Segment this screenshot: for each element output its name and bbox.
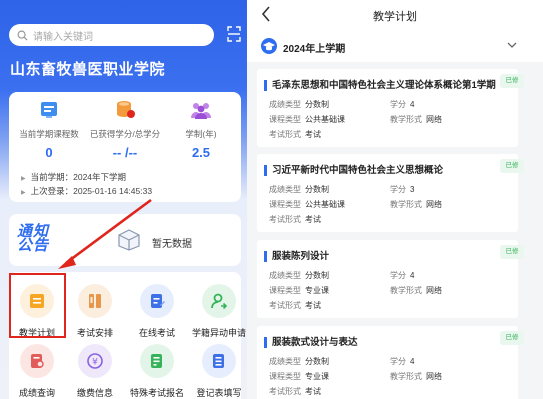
field-value: 公共基础课 <box>305 115 345 124</box>
field-value: 考试 <box>305 387 321 396</box>
completed-tag: 已修 <box>500 331 524 345</box>
page-title: 教学计划 <box>373 11 417 23</box>
field-exam-form: 考试形式 考试 <box>269 300 321 311</box>
field-value: 分数制 <box>305 357 329 366</box>
field-label: 教学形式 <box>390 200 422 209</box>
field-label: 教学形式 <box>390 286 422 295</box>
field-label: 学分 <box>390 185 406 194</box>
field-label: 课程类型 <box>269 372 301 381</box>
field-teaching-form: 教学形式 网络 <box>390 371 442 382</box>
field-label: 教学形式 <box>390 372 422 381</box>
field-value: 专业课 <box>305 286 329 295</box>
nav-bar: 教学计划 <box>247 0 543 30</box>
field-grading: 成绩类型 分数制 <box>269 356 329 367</box>
field-exam-form: 考试形式 考试 <box>269 214 321 225</box>
field-credit: 学分 4 <box>390 270 414 281</box>
field-value: 考试 <box>305 130 321 139</box>
field-grading: 成绩类型 分数制 <box>269 184 329 195</box>
field-label: 考试形式 <box>269 215 301 224</box>
semester-label: 2024年上学期 <box>283 44 346 55</box>
field-teaching-form: 教学形式 网络 <box>390 285 442 296</box>
field-value: 网络 <box>426 200 442 209</box>
field-value: 专业课 <box>305 372 329 381</box>
field-label: 学分 <box>390 357 406 366</box>
teaching-plan-screen: 教学计划 2024年上学期 毛泽东思想和中国特色社会主义理论体系概论第1学期 已… <box>247 0 543 399</box>
field-exam-form: 考试形式 考试 <box>269 129 321 140</box>
field-value: 网络 <box>426 286 442 295</box>
field-grading: 成绩类型 分数制 <box>269 99 329 110</box>
field-value: 网络 <box>426 372 442 381</box>
field-value: 4 <box>410 271 415 280</box>
field-exam-form: 考试形式 考试 <box>269 386 321 397</box>
field-label: 成绩类型 <box>269 271 301 280</box>
field-label: 课程类型 <box>269 200 301 209</box>
field-label: 考试形式 <box>269 301 301 310</box>
field-value: 3 <box>410 185 415 194</box>
annotation-arrow <box>58 198 152 269</box>
field-course-type: 课程类型 专业课 <box>269 285 329 296</box>
field-credit: 学分 4 <box>390 356 414 367</box>
semester-selector[interactable]: 2024年上学期 <box>247 30 543 62</box>
field-credit: 学分 3 <box>390 184 414 195</box>
field-value: 考试 <box>305 301 321 310</box>
field-label: 学分 <box>390 271 406 280</box>
field-value: 网络 <box>426 115 442 124</box>
course-card[interactable]: 服装款式设计与表达 已修 成绩类型 分数制 学分 4 课程类型 专业课 教学形式 网络 … <box>257 326 524 399</box>
course-card[interactable]: 服装陈列设计 已修 成绩类型 分数制 学分 4 课程类型 专业课 教学形式 网络 考试形… <box>257 240 524 318</box>
chevron-down-icon <box>507 42 517 48</box>
field-course-type: 课程类型 专业课 <box>269 371 329 382</box>
field-teaching-form: 教学形式 网络 <box>390 114 442 125</box>
field-credit: 学分 4 <box>390 99 414 110</box>
field-value: 分数制 <box>305 185 329 194</box>
course-name: 服装陈列设计 <box>264 251 329 262</box>
completed-tag: 已修 <box>500 245 524 259</box>
field-course-type: 课程类型 公共基础课 <box>269 199 345 210</box>
field-value: 公共基础课 <box>305 200 345 209</box>
field-teaching-form: 教学形式 网络 <box>390 199 442 210</box>
graduation-cap-icon <box>261 38 277 54</box>
field-label: 考试形式 <box>269 130 301 139</box>
field-value: 4 <box>410 357 415 366</box>
field-label: 成绩类型 <box>269 100 301 109</box>
completed-tag: 已修 <box>500 74 524 88</box>
field-label: 学分 <box>390 100 406 109</box>
field-label: 成绩类型 <box>269 185 301 194</box>
course-card[interactable]: 毛泽东思想和中国特色社会主义理论体系概论第1学期 已修 成绩类型 分数制 学分 4 … <box>257 69 524 147</box>
field-label: 考试形式 <box>269 387 301 396</box>
field-label: 课程类型 <box>269 286 301 295</box>
field-grading: 成绩类型 分数制 <box>269 270 329 281</box>
field-value: 分数制 <box>305 100 329 109</box>
field-value: 考试 <box>305 215 321 224</box>
field-label: 成绩类型 <box>269 357 301 366</box>
home-screen: 请输入关键词 山东畜牧兽医职业学院 当前学期课程数 0 已获得学分/总学分 --… <box>0 0 247 399</box>
completed-tag: 已修 <box>500 159 524 173</box>
field-label: 教学形式 <box>390 115 422 124</box>
course-name: 服装款式设计与表达 <box>264 337 358 348</box>
course-card[interactable]: 习近平新时代中国特色社会主义思想概论 已修 成绩类型 分数制 学分 3 课程类型 公共… <box>257 154 524 232</box>
field-label: 课程类型 <box>269 115 301 124</box>
course-name: 毛泽东思想和中国特色社会主义理论体系概论第1学期 <box>264 80 496 91</box>
field-course-type: 课程类型 公共基础课 <box>269 114 345 125</box>
field-value: 4 <box>410 100 415 109</box>
course-name: 习近平新时代中国特色社会主义思想概论 <box>264 165 443 176</box>
field-value: 分数制 <box>305 271 329 280</box>
